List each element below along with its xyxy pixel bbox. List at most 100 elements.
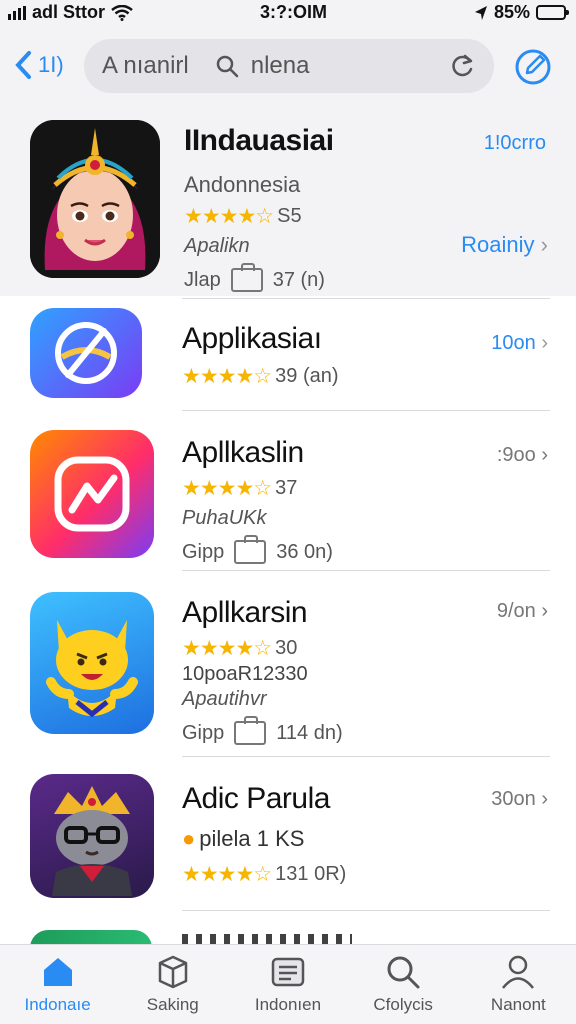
- tab-label: Cfolycis: [373, 995, 433, 1014]
- divider: [182, 298, 550, 299]
- app-rating-text: 37: [275, 477, 298, 499]
- app-price: 10on: [491, 332, 536, 354]
- star-rating-icon: ★★★★☆: [182, 365, 272, 388]
- battery-icon: [536, 5, 569, 20]
- app-rating: ★★★★☆ 131 0R): [182, 862, 346, 887]
- star-rating-icon: ★★★★☆: [184, 205, 274, 228]
- tab-label: Indonıen: [254, 995, 322, 1014]
- tab-saking[interactable]: Saking: [118, 953, 228, 1015]
- cat-icon: [46, 620, 138, 718]
- featured-meta-right: 37 (n): [272, 268, 325, 291]
- circle-arrow-icon: [55, 322, 117, 384]
- bag-icon: [230, 263, 263, 292]
- app-icon-princess: [30, 120, 160, 278]
- tab-bar: Indonaıe Saking Indonıen Cfolycis Nanont: [0, 944, 576, 1024]
- wifi-icon: [111, 4, 133, 21]
- app-category: PuhaUKk: [182, 507, 267, 529]
- search-query: nlena: [250, 52, 310, 79]
- chevron-right-icon: ›: [540, 232, 548, 257]
- list-item[interactable]: Adic Parula ● pilela 1 KS ★★★★☆ 131 0R) …: [0, 758, 576, 910]
- app-price: :9oo: [496, 444, 536, 466]
- app-price: 9/on: [496, 600, 536, 622]
- list-item[interactable]: Apllkarsin ★★★★☆ 30 10poaR12330 Apautihv…: [0, 572, 576, 756]
- featured-meta-left: Jlap: [184, 268, 221, 291]
- app-title: Apllkaslin: [182, 436, 304, 469]
- compose-icon[interactable]: [514, 48, 552, 86]
- featured-app[interactable]: IIndauasiai Andonnesia ★★★★☆ S5 Apalikn …: [0, 106, 576, 296]
- featured-price[interactable]: 1!0crro: [484, 132, 546, 155]
- search-icon: [216, 55, 238, 78]
- fire-icon: ●: [182, 826, 196, 851]
- back-button[interactable]: 1I): [14, 50, 64, 80]
- app-line2: pilela 1 KS: [199, 826, 305, 851]
- person-icon: [502, 955, 535, 989]
- app-get-button[interactable]: 9/on ›: [497, 600, 548, 623]
- search-input[interactable]: A nıanirl nlena: [84, 39, 494, 93]
- featured-action-button[interactable]: Roainiy ›: [461, 232, 548, 258]
- app-icon-refresh: [30, 308, 142, 398]
- divider: [182, 410, 550, 411]
- star-rating-icon: ★★★★☆: [182, 863, 272, 886]
- app-icon-king-cat: [30, 774, 154, 898]
- tab-account[interactable]: Nanont: [463, 953, 573, 1015]
- divider: [182, 570, 550, 571]
- star-rating-icon: ★★★★☆: [182, 477, 272, 500]
- list-item-text: Applikasiaı ★★★★☆ 39 (an): [182, 322, 339, 389]
- app-rating: ★★★★☆ 39 (an): [182, 364, 339, 389]
- app-meta-left: Gipp: [182, 721, 225, 744]
- chevron-right-icon: ›: [541, 444, 548, 466]
- app-title: Adic Parula: [182, 782, 330, 815]
- app-get-button[interactable]: :9oo ›: [497, 444, 548, 467]
- stack-icon: [271, 957, 305, 987]
- search-prefix: A nıanirl: [102, 52, 189, 79]
- app-meta: Gipp 36 0n): [182, 535, 333, 564]
- chevron-left-icon: [15, 51, 31, 79]
- tab-home[interactable]: Indonaıe: [3, 953, 113, 1015]
- app-title: Apllkarsin: [182, 596, 308, 629]
- featured-meta: Jlap 37 (n): [184, 263, 334, 292]
- featured-subtitle: Andonnesia: [184, 172, 301, 197]
- app-rating-text: 131 0R): [275, 863, 347, 885]
- list-item[interactable]: Apllkaslin ★★★★☆ 37 PuhaUKk Gipp 36 0n) …: [0, 412, 576, 570]
- app-rating: ★★★★☆ 37: [182, 476, 333, 501]
- app-get-button[interactable]: 30on ›: [491, 788, 548, 811]
- list-item-text: Apllkaslin ★★★★☆ 37 PuhaUKk Gipp 36 0n): [182, 436, 333, 564]
- partial-row-text: [182, 934, 352, 944]
- app-meta-right: 36 0n): [276, 540, 333, 563]
- bag-icon: [234, 535, 267, 564]
- tab-label: Nanont: [490, 995, 546, 1014]
- chevron-right-icon: ›: [541, 788, 548, 810]
- princess-icon: [30, 120, 160, 278]
- carrier-label: adl Sttor: [32, 2, 106, 22]
- app-rating-text: 39 (an): [275, 365, 339, 387]
- list-item[interactable]: Applikasiaı ★★★★☆ 39 (an) 10on ›: [0, 300, 576, 410]
- featured-category: Apalikn: [184, 235, 250, 257]
- app-line2: 10poaR12330: [182, 663, 308, 685]
- tab-stack[interactable]: Indonıen: [233, 953, 343, 1015]
- featured-text: IIndauasiai Andonnesia ★★★★☆ S5 Apalikn …: [184, 124, 334, 292]
- status-left: adl Sttor: [8, 2, 133, 23]
- battery-percent: 85%: [493, 2, 530, 22]
- featured-rating: ★★★★☆ S5: [184, 204, 334, 229]
- refresh-icon[interactable]: [450, 53, 476, 79]
- chart-icon: [54, 456, 130, 532]
- list-item-text: Apllkarsin ★★★★☆ 30 10poaR12330 Apautihv…: [182, 596, 343, 745]
- app-price: 30on: [491, 788, 536, 810]
- divider: [182, 756, 550, 757]
- chevron-right-icon: ›: [541, 600, 548, 622]
- divider: [182, 910, 550, 911]
- app-rating: ★★★★☆ 30: [182, 636, 343, 661]
- app-icon-cat: [30, 592, 154, 734]
- cube-icon: [158, 955, 188, 989]
- app-icon-chart: [30, 430, 154, 558]
- status-right: 85%: [474, 2, 569, 23]
- back-label: 1I): [38, 52, 64, 77]
- app-title: Applikasiaı: [182, 322, 322, 355]
- tab-label: Saking: [146, 995, 199, 1014]
- app-category: Apautihvr: [182, 688, 267, 710]
- status-time: 3:?:OIM: [260, 2, 327, 22]
- featured-action-label: Roainiy: [461, 232, 535, 257]
- location-icon: [474, 5, 487, 20]
- tab-search[interactable]: Cfolycis: [348, 953, 458, 1015]
- app-get-button[interactable]: 10on ›: [491, 332, 548, 355]
